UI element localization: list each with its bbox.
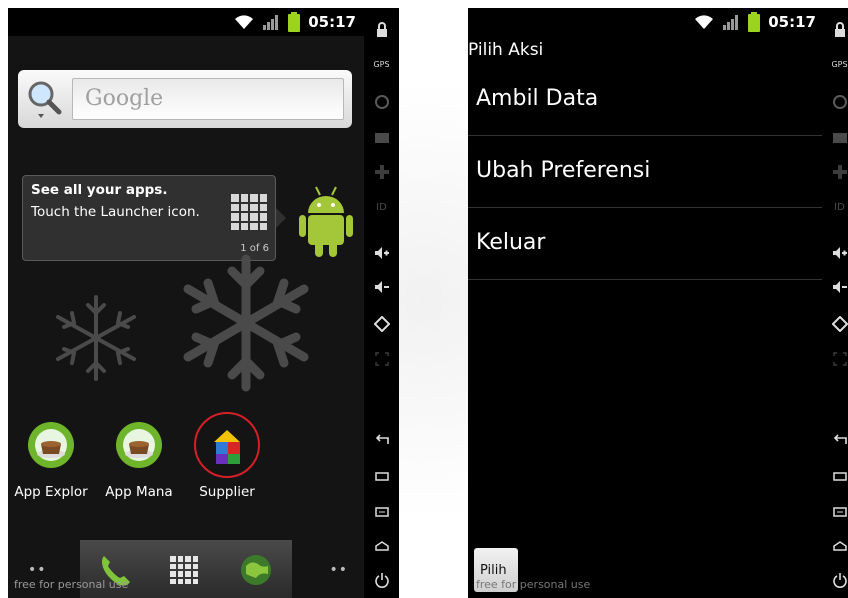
app-manager-shortcut[interactable]: App Mana xyxy=(96,420,182,500)
dpad-icon[interactable] xyxy=(364,164,399,184)
tooltip-arrow xyxy=(276,208,286,228)
menu-item-keluar[interactable]: Keluar xyxy=(468,208,822,280)
volume-down-icon[interactable] xyxy=(822,280,848,298)
power-icon[interactable] xyxy=(364,572,399,592)
snowflake-wallpaper-icon xyxy=(168,253,324,393)
rotate-icon[interactable] xyxy=(822,315,848,336)
status-bar: 05:17 xyxy=(468,8,822,36)
emulator-controls: GPS ID xyxy=(364,8,399,598)
tooltip-text: Touch the Launcher icon. xyxy=(31,204,200,220)
app-explorer-icon xyxy=(26,420,76,470)
wifi-icon xyxy=(234,14,254,30)
gps-icon[interactable]: GPS xyxy=(822,60,848,69)
home-icon[interactable] xyxy=(364,538,399,556)
page-title: Pilih Aksi xyxy=(468,40,544,60)
launcher-grid-icon xyxy=(231,194,267,230)
fullscreen-icon[interactable] xyxy=(364,352,399,370)
fullscreen-icon[interactable] xyxy=(822,352,848,370)
film-icon[interactable] xyxy=(364,130,399,148)
film-icon[interactable] xyxy=(822,130,848,148)
status-time: 05:17 xyxy=(308,13,356,31)
dock-page-indicator-right[interactable]: •• xyxy=(329,562,348,578)
battery-icon xyxy=(288,12,301,32)
pilih-aksi-screen: 05:17 Pilih Aksi Ambil Data Ubah Prefere… xyxy=(468,8,822,598)
browser-globe-icon[interactable] xyxy=(240,554,272,586)
back-icon[interactable] xyxy=(364,432,399,450)
launcher-tooltip[interactable]: See all your apps. Touch the Launcher ic… xyxy=(22,175,276,261)
highlight-circle xyxy=(194,412,260,478)
right-phone: 05:17 Pilih Aksi Ambil Data Ubah Prefere… xyxy=(468,8,848,598)
app-label: App Explor xyxy=(14,484,88,500)
watermark-text: free for personal use xyxy=(476,578,591,591)
camera-icon[interactable] xyxy=(364,94,399,114)
dpad-icon[interactable] xyxy=(822,164,848,184)
emulator-controls: GPS ID xyxy=(822,8,848,598)
app-label: Supplier xyxy=(199,484,255,500)
gps-icon[interactable]: GPS xyxy=(364,60,399,69)
recent-icon[interactable] xyxy=(364,468,399,486)
status-bar: 05:17 xyxy=(8,8,364,36)
rotate-icon[interactable] xyxy=(364,315,399,336)
tooltip-title: See all your apps. xyxy=(31,182,168,198)
menu-icon[interactable] xyxy=(822,504,848,522)
lock-icon[interactable] xyxy=(822,22,848,42)
left-phone: 05:17 Google See all your apps. Touch th… xyxy=(8,8,399,598)
camera-icon[interactable] xyxy=(822,94,848,114)
watermark-text: free for personal use xyxy=(14,578,129,591)
home-icon[interactable] xyxy=(822,538,848,556)
battery-icon xyxy=(748,12,761,32)
snowflake-small-wallpaper-icon xyxy=(52,293,140,383)
menu-item-ubah-preferensi[interactable]: Ubah Preferensi xyxy=(468,136,822,208)
search-input[interactable]: Google xyxy=(72,78,344,120)
recent-icon[interactable] xyxy=(822,468,848,486)
id-icon[interactable]: ID xyxy=(822,202,848,213)
google-search-widget[interactable]: Google xyxy=(18,70,352,128)
signal-icon xyxy=(722,13,740,31)
app-manager-icon xyxy=(114,420,164,470)
android-icon xyxy=(298,183,354,259)
signal-icon xyxy=(262,13,280,31)
status-time: 05:17 xyxy=(768,13,816,31)
dock-page-indicator-left[interactable]: •• xyxy=(28,562,47,578)
volume-up-icon[interactable] xyxy=(822,246,848,264)
lock-icon[interactable] xyxy=(364,22,399,42)
app-explorer-shortcut[interactable]: App Explor xyxy=(8,420,94,500)
power-icon[interactable] xyxy=(822,572,848,592)
back-icon[interactable] xyxy=(822,432,848,450)
home-screen: 05:17 Google See all your apps. Touch th… xyxy=(8,8,364,598)
search-icon[interactable] xyxy=(26,80,64,120)
volume-up-icon[interactable] xyxy=(364,246,399,264)
wifi-icon xyxy=(694,14,714,30)
menu-item-ambil-data[interactable]: Ambil Data xyxy=(468,64,822,136)
launcher-icon[interactable] xyxy=(170,556,198,584)
volume-down-icon[interactable] xyxy=(364,280,399,298)
app-label: App Mana xyxy=(105,484,173,500)
id-icon[interactable]: ID xyxy=(364,202,399,213)
menu-icon[interactable] xyxy=(364,504,399,522)
